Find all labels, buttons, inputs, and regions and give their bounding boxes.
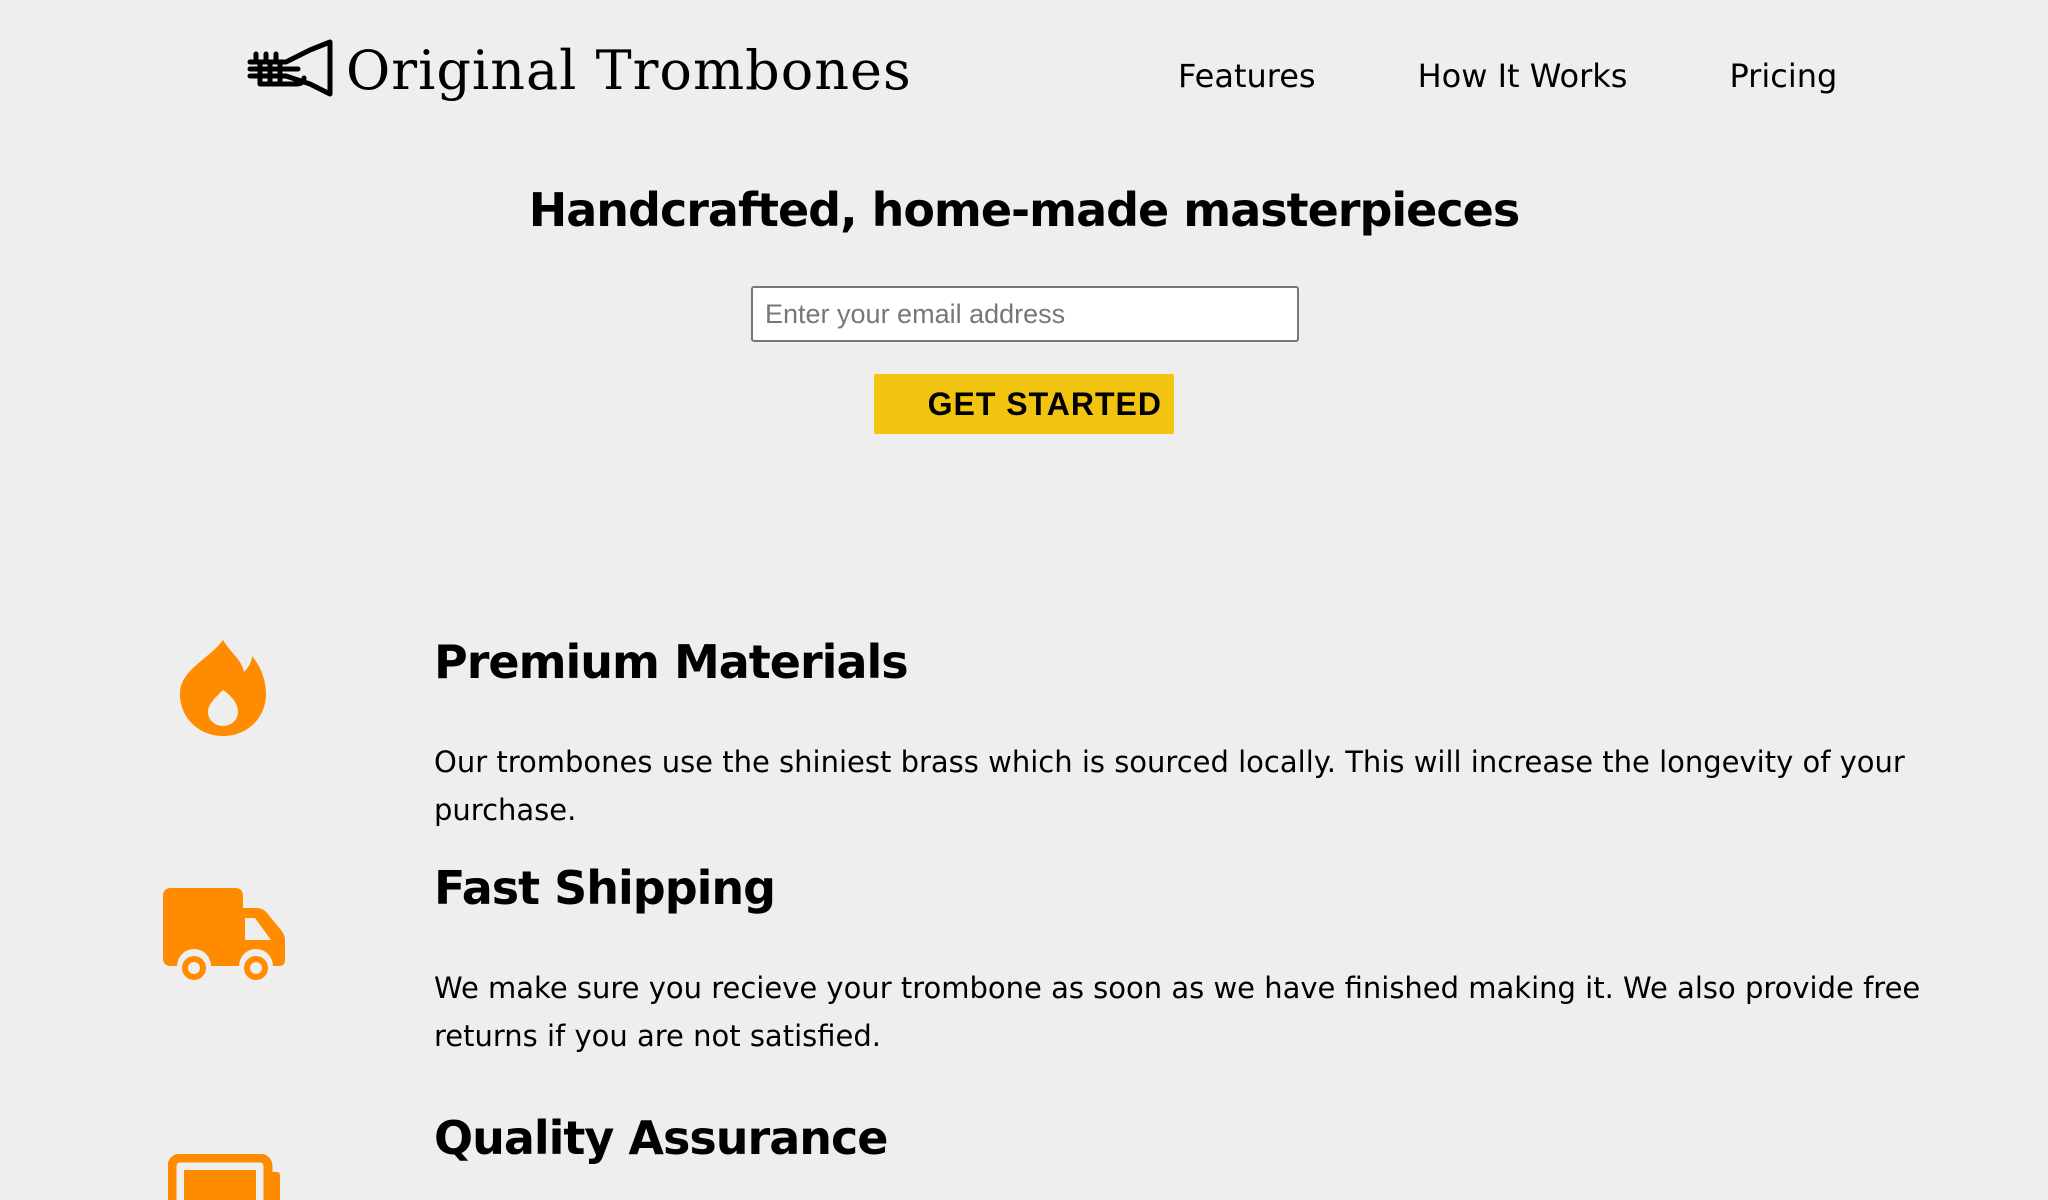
landing-page: Original Trombones Features How It Works…: [0, 0, 2048, 1200]
battery-icon: [168, 1154, 280, 1200]
header: Original Trombones Features How It Works…: [0, 0, 2048, 140]
feature-description: We make sure you recieve your trombone a…: [434, 971, 1921, 1053]
feature-title: Fast Shipping: [434, 861, 776, 915]
feature-title: Quality Assurance: [434, 1111, 888, 1165]
feature-description: Our trombones use the shiniest brass whi…: [434, 745, 1905, 827]
nav-link-features[interactable]: Features: [1178, 54, 1316, 98]
nav-link-how-it-works[interactable]: How It Works: [1418, 54, 1628, 98]
get-started-button[interactable]: GET STARTED: [874, 374, 1174, 434]
truck-icon: [163, 888, 285, 980]
hero-title: Handcrafted, home-made masterpieces: [528, 183, 1520, 237]
feature-title: Premium Materials: [434, 635, 909, 689]
fire-icon: [180, 640, 266, 736]
brand-name: Original Trombones: [346, 39, 912, 102]
logo[interactable]: Original Trombones: [246, 38, 912, 104]
trombone-icon: [247, 39, 333, 97]
nav-link-pricing[interactable]: Pricing: [1729, 54, 1837, 98]
nav-bar: Features How It Works Pricing: [1178, 54, 1837, 98]
email-input[interactable]: [751, 286, 1299, 342]
